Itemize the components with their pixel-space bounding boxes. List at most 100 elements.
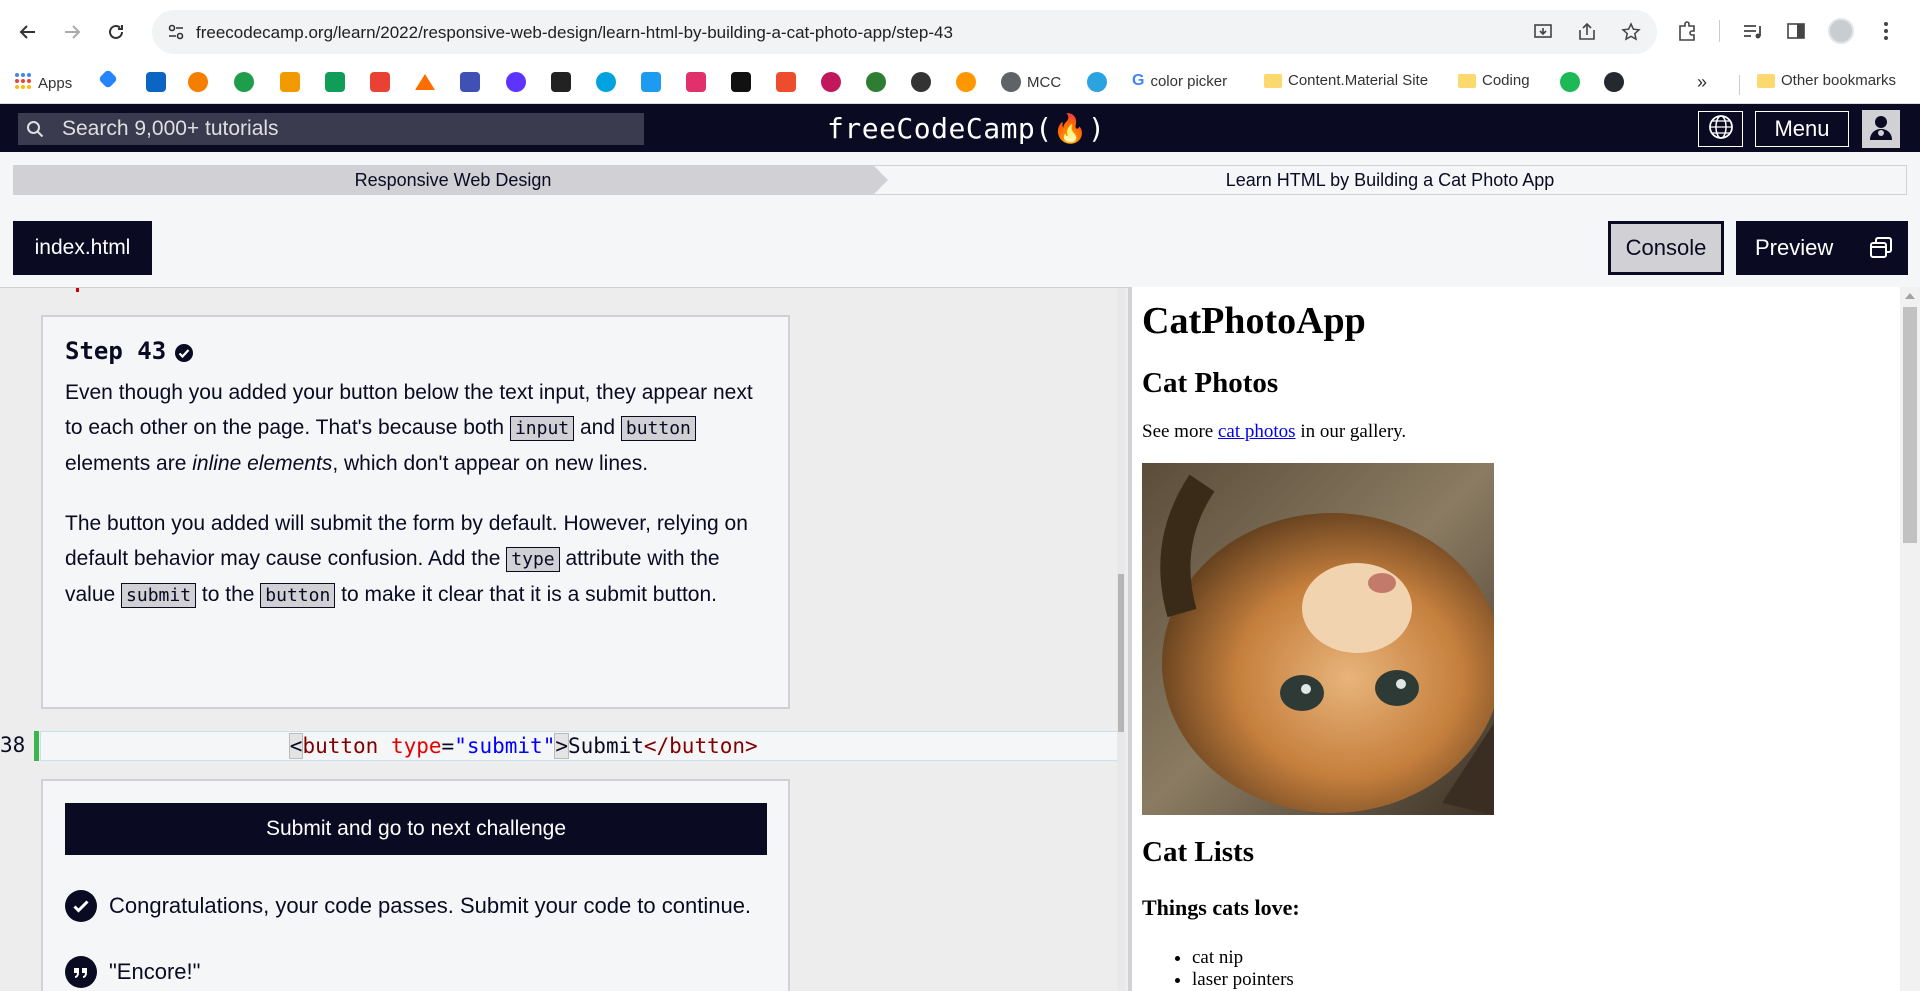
bookmark-color-picker-label: color picker: [1150, 72, 1228, 90]
bookmark-ten-icon[interactable]: [1560, 72, 1580, 92]
bookmark-other[interactable]: Other bookmarks: [1757, 72, 1896, 89]
bookmark-wb-icon[interactable]: [280, 72, 300, 92]
share-icon[interactable]: [1575, 20, 1599, 44]
folder-icon: [1757, 73, 1775, 88]
bookmark-content-material[interactable]: Content.Material Site: [1264, 72, 1428, 89]
bookmark-apps[interactable]: Apps: [14, 72, 72, 94]
bookmark-mountain-icon[interactable]: [415, 72, 435, 92]
bookmark-coding[interactable]: Coding: [1458, 72, 1530, 89]
bookmark-x-icon[interactable]: [641, 72, 661, 92]
preview-paragraph: See more cat photos in our gallery.: [1142, 421, 1407, 442]
preview-pane: CatPhotoApp Cat Photos See more cat phot…: [1132, 287, 1920, 991]
language-button[interactable]: [1698, 111, 1743, 147]
bookmark-jira-icon[interactable]: [98, 69, 118, 89]
bookmark-instagram-icon[interactable]: [686, 72, 706, 92]
bookmark-puzzle-icon[interactable]: [370, 72, 390, 92]
preview-scrollbar[interactable]: [1900, 287, 1920, 991]
side-panel-icon[interactable]: [1784, 19, 1808, 43]
line-number: 38: [0, 733, 26, 757]
bookmark-dollar-icon[interactable]: [911, 72, 931, 92]
pass-message: Congratulations, your code passes. Submi…: [65, 890, 751, 922]
bookmark-mcc[interactable]: MCC: [1001, 72, 1061, 92]
step-title: Step 43: [65, 337, 766, 365]
console-button[interactable]: Console: [1608, 221, 1724, 275]
bookmark-orange-icon[interactable]: [956, 72, 976, 92]
bookmark-content-material-label: Content.Material Site: [1288, 72, 1429, 89]
bookmarks-bar: Apps MCC G color picker Content.Material…: [0, 63, 1920, 104]
breadcrumb-superblock[interactable]: Responsive Web Design: [13, 165, 893, 195]
google-icon: G: [1132, 72, 1145, 89]
code-line[interactable]: 38 <button type="submit">Submit</button>: [0, 731, 1128, 761]
bookmark-github-icon[interactable]: [1604, 72, 1624, 92]
result-panel: Submit and go to next challenge Congratu…: [41, 779, 790, 991]
encouragement: "Encore!": [65, 956, 200, 988]
submit-next-button[interactable]: Submit and go to next challenge: [65, 803, 767, 855]
search-box[interactable]: [18, 113, 644, 145]
step-paragraph-2: The button you added will submit the for…: [65, 512, 748, 608]
inline-code: input: [509, 416, 575, 441]
completed-check-icon: [174, 341, 194, 362]
install-app-icon[interactable]: [1531, 20, 1555, 44]
breadcrumb-block[interactable]: Learn HTML by Building a Cat Photo App: [873, 165, 1907, 195]
more-vert-icon[interactable]: [1874, 19, 1898, 43]
folder-icon: [1458, 73, 1476, 88]
user-avatar-icon: [1866, 111, 1896, 147]
bookmark-sheets-icon[interactable]: [325, 72, 345, 92]
inline-code: button: [260, 583, 336, 608]
bookmark-coding-label: Coding: [1482, 72, 1530, 89]
preview-scroll-thumb[interactable]: [1903, 307, 1917, 543]
cat-photos-link[interactable]: cat photos: [1218, 421, 1296, 442]
preview-heading-lists: Cat Lists: [1142, 836, 1254, 868]
list-item: laser pointers: [1192, 969, 1882, 991]
user-avatar-button[interactable]: [1862, 110, 1900, 148]
fcc-logo[interactable]: freeCodeCamp(🔥): [827, 112, 1105, 145]
bookmark-blogger-icon[interactable]: [188, 72, 208, 92]
quote-icon: [65, 956, 97, 988]
bookmark-star-icon[interactable]: [1619, 20, 1643, 44]
bookmarks-overflow-button[interactable]: »: [1697, 72, 1707, 93]
file-tab-index-html[interactable]: index.html: [13, 221, 152, 275]
site-settings-icon[interactable]: [166, 22, 186, 42]
globe-icon: [1708, 114, 1734, 145]
profile-avatar[interactable]: [1828, 18, 1854, 44]
bookmark-window-icon[interactable]: [460, 72, 480, 92]
back-arrow-icon[interactable]: [14, 18, 42, 46]
preview-button[interactable]: Preview: [1736, 221, 1908, 275]
search-input[interactable]: [62, 117, 642, 141]
extensions-icon[interactable]: [1675, 19, 1699, 43]
success-check-icon: [65, 890, 97, 922]
forward-arrow-icon[interactable]: [58, 18, 86, 46]
editor-scroll-thumb[interactable]: [1118, 574, 1124, 732]
editor-scrollbar[interactable]: [1117, 288, 1125, 991]
bookmark-shop-icon[interactable]: [776, 72, 796, 92]
popout-preview-icon[interactable]: [1868, 235, 1894, 261]
step-paragraph-1: Even though you added your button below …: [65, 381, 753, 475]
bookmark-apps-label: Apps: [38, 74, 73, 92]
bookmark-linkedin-icon[interactable]: [146, 72, 166, 92]
address-bar[interactable]: freecodecamp.org/learn/2022/responsive-w…: [152, 10, 1657, 54]
inline-code: submit: [121, 583, 197, 608]
bookmarks-divider: [1739, 75, 1740, 95]
bookmark-telegram-icon[interactable]: [1087, 72, 1107, 92]
bookmark-green-icon[interactable]: [866, 72, 886, 92]
reload-icon[interactable]: [102, 18, 130, 46]
bookmark-notion-icon[interactable]: [551, 72, 571, 92]
preview-heading-main: CatPhotoApp: [1142, 300, 1366, 342]
bookmark-color-picker[interactable]: G color picker: [1132, 72, 1227, 90]
bookmark-f-icon[interactable]: [234, 72, 254, 92]
cat-photo-image[interactable]: [1142, 463, 1882, 815]
browser-toolbar: freecodecamp.org/learn/2022/responsive-w…: [0, 0, 1920, 63]
bookmark-tiktok-icon[interactable]: [731, 72, 751, 92]
bookmark-play-icon[interactable]: [506, 72, 526, 92]
url-text[interactable]: freecodecamp.org/learn/2022/responsive-w…: [196, 23, 953, 43]
media-controls-icon[interactable]: [1740, 19, 1764, 43]
breadcrumb: Responsive Web Design Learn HTML by Buil…: [13, 165, 1907, 195]
bookmark-gear-icon[interactable]: [821, 72, 841, 92]
code-editor-pane: Step 43 Even though you added your butto…: [0, 287, 1128, 991]
menu-button[interactable]: Menu: [1755, 111, 1849, 147]
scroll-up-arrow-icon[interactable]: [1905, 293, 1915, 299]
bookmark-c-icon[interactable]: [596, 72, 616, 92]
inline-code: button: [620, 416, 696, 441]
bookmark-mcc-label: MCC: [1027, 73, 1062, 91]
code-line-content[interactable]: <button type="submit">Submit</button>: [40, 731, 1124, 761]
